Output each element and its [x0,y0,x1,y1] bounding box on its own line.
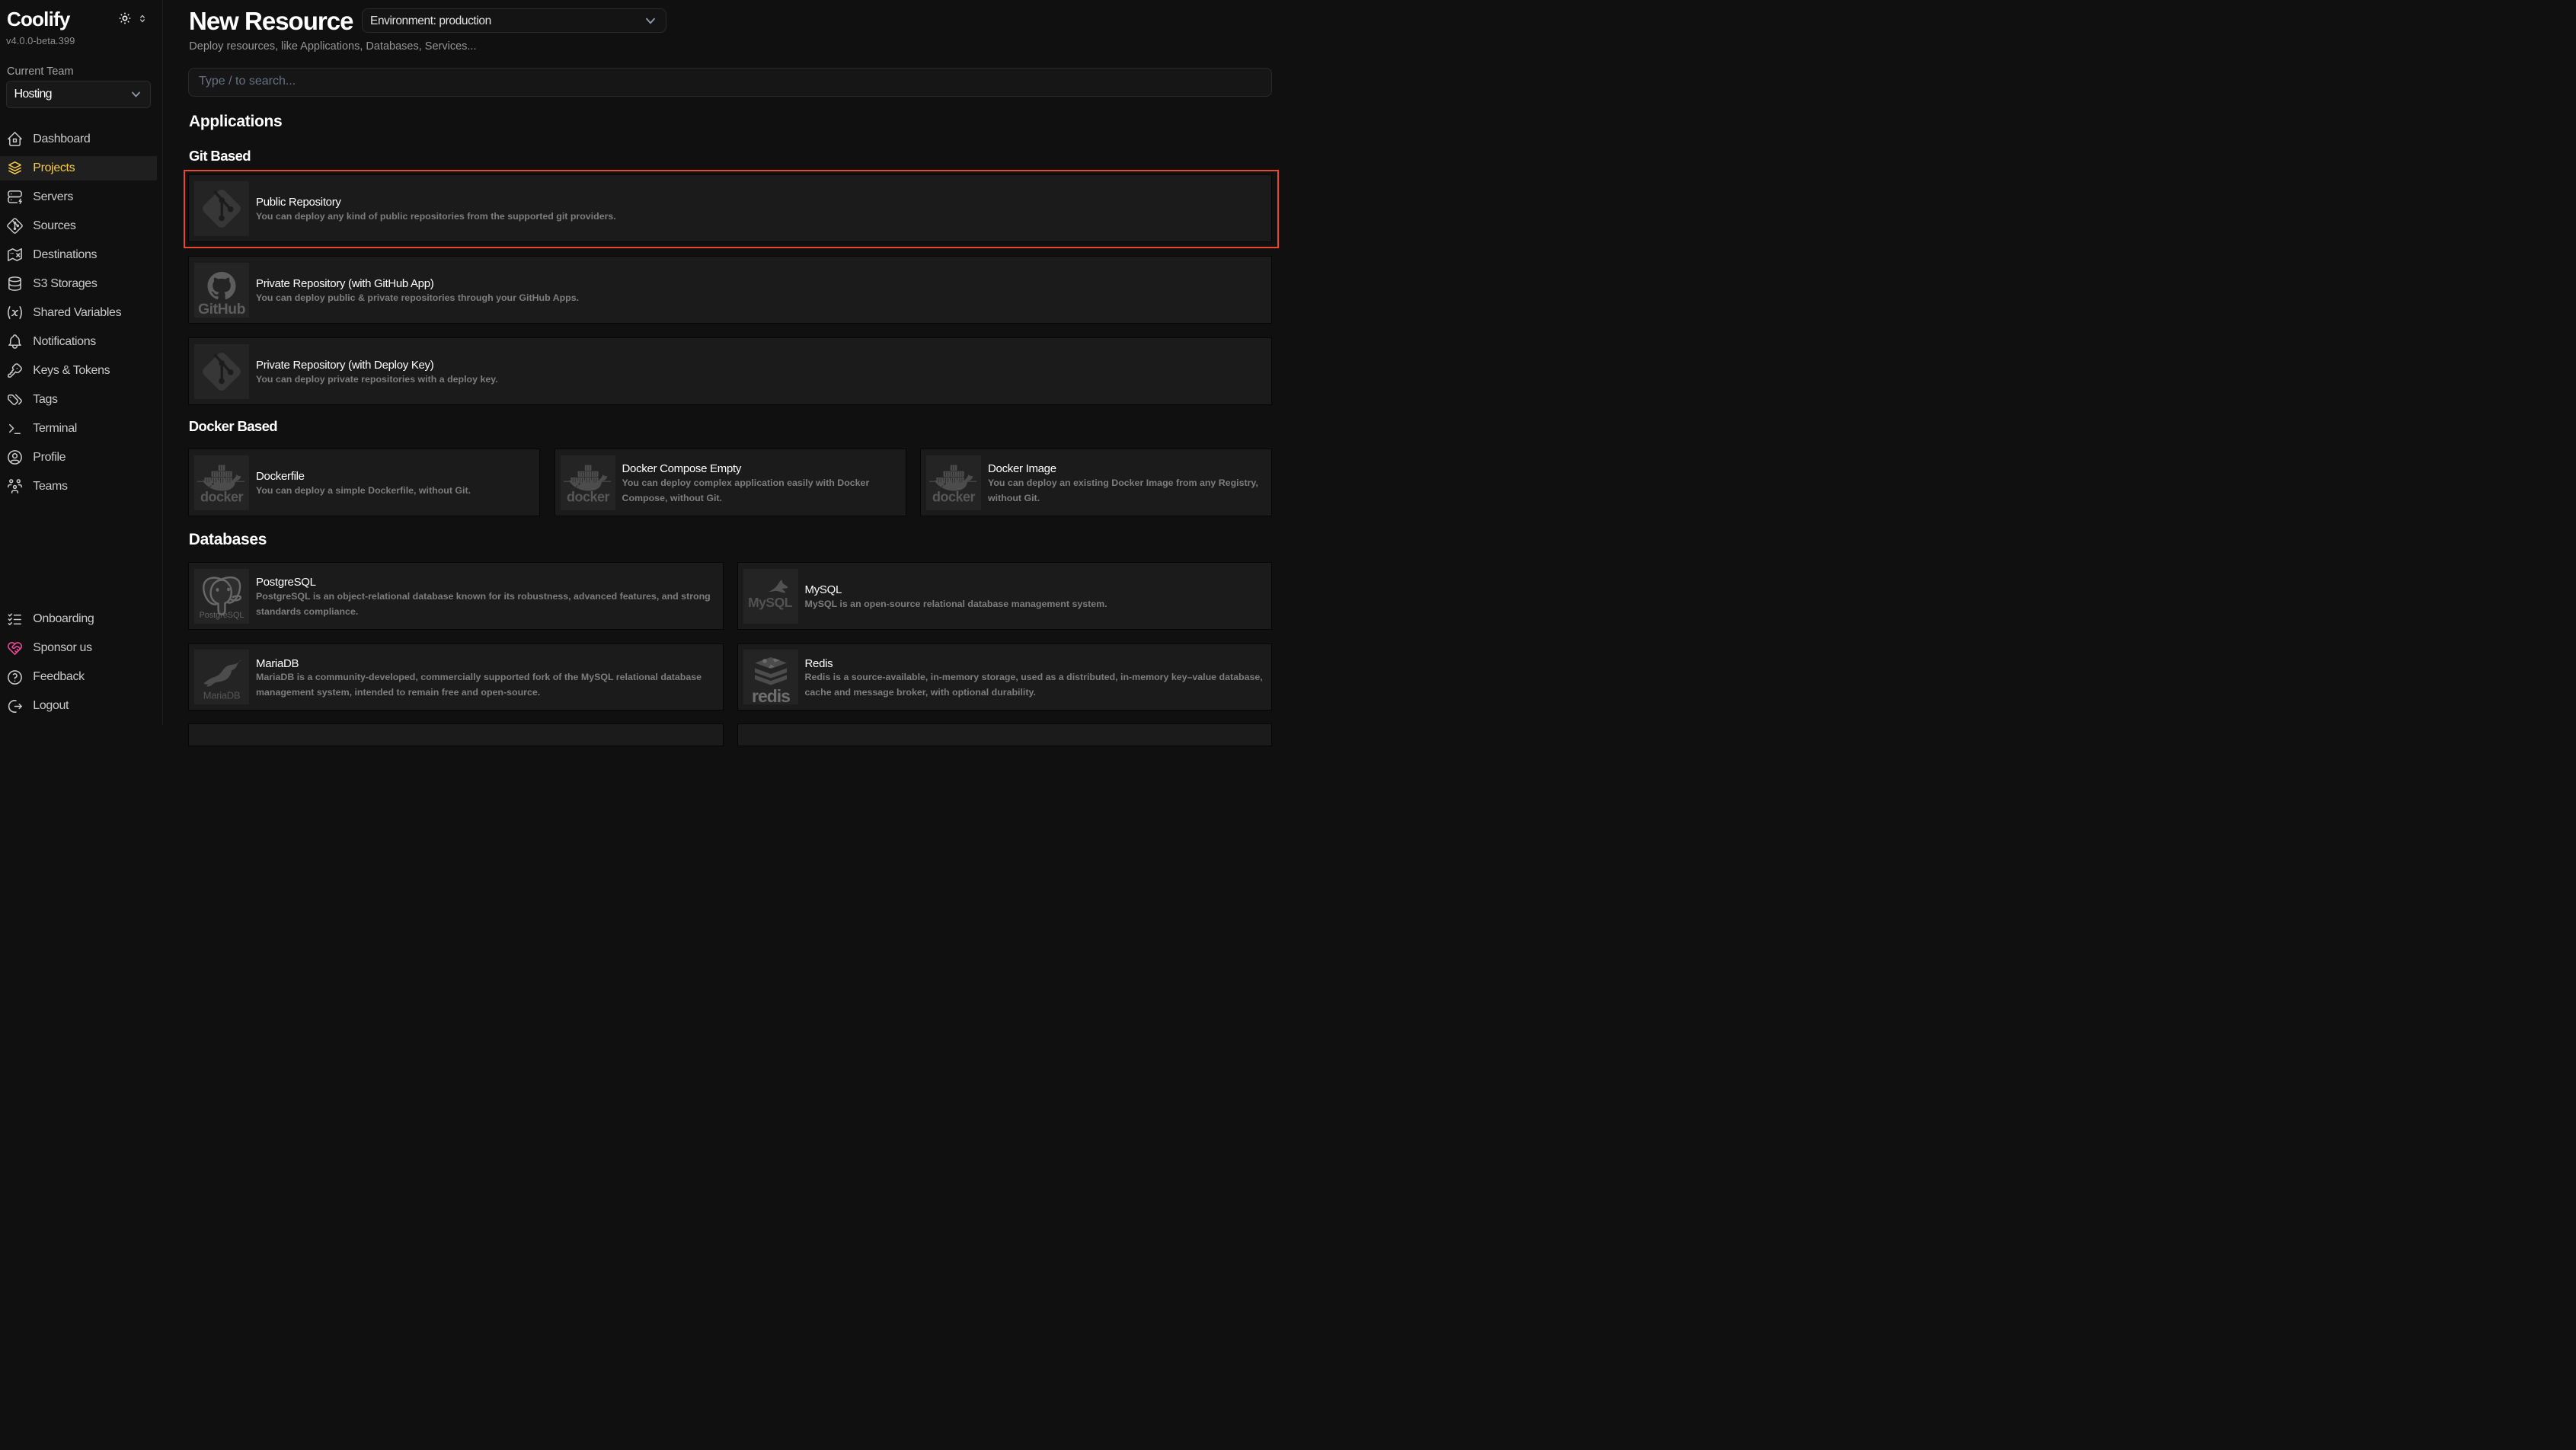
svg-text:PostgreSQL: PostgreSQL [200,611,244,620]
svg-text:docker: docker [200,489,244,504]
svg-text:redis: redis [752,686,790,704]
svg-text:docker: docker [566,489,609,504]
svg-text:docker: docker [932,489,976,504]
svg-text:MySQL: MySQL [748,595,793,610]
svg-text:MariaDB: MariaDB [203,690,240,701]
svg-text:GitHub: GitHub [198,301,246,318]
